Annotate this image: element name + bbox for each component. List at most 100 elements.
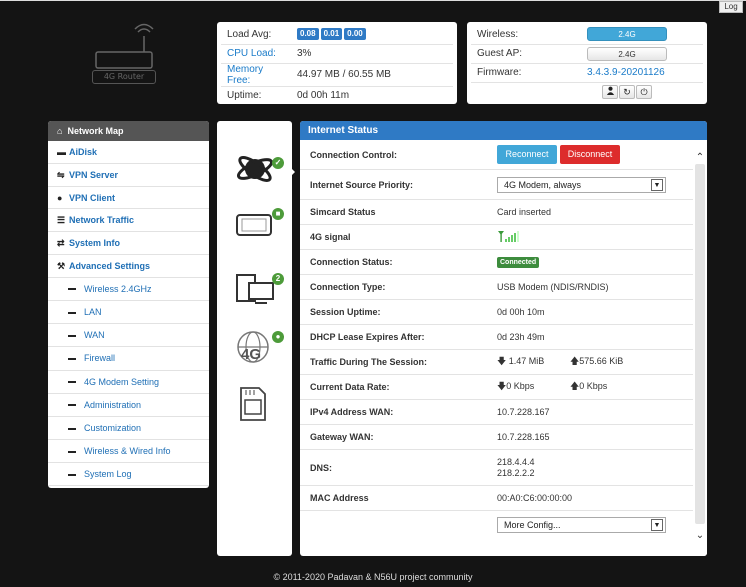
internet-globe-button[interactable]: ✓ bbox=[235, 147, 285, 187]
gateway-value: 10.7.228.165 bbox=[497, 432, 550, 442]
device-icon-column: ✓ ■ 2 4G ● bbox=[217, 121, 295, 556]
connection-control-label: Connection Control: bbox=[310, 149, 397, 160]
source-priority-label: Internet Source Priority: bbox=[310, 179, 414, 190]
disk-icon: ▬ bbox=[57, 147, 66, 157]
wireless-row: Wireless: 2.4G bbox=[471, 25, 703, 45]
dash-icon bbox=[68, 427, 76, 430]
arrow-down-icon: 🡇 bbox=[497, 381, 507, 391]
sidebar-item-aidisk[interactable]: ▬ AiDisk bbox=[48, 141, 209, 164]
lock-icon: ■ bbox=[272, 208, 284, 220]
system-status-panel: Load Avg: 0.08 0.01 0.00 CPU Load: 3% Memo… bbox=[217, 22, 457, 104]
load-avg-values: 0.08 0.01 0.00 bbox=[291, 25, 453, 45]
ipv4-label: IPv4 Address WAN: bbox=[310, 407, 394, 417]
traffic-label: Traffic During The Session: bbox=[310, 357, 428, 367]
sidebar-sub-wan[interactable]: WAN bbox=[48, 324, 209, 348]
dns-secondary: 218.2.2.2 bbox=[497, 467, 535, 478]
uptime-row: Uptime: 0d 00h 11m bbox=[221, 86, 453, 105]
chevron-down-icon: ▼ bbox=[651, 519, 663, 531]
sidebar-item-advanced-settings[interactable]: ⚒ Advanced Settings bbox=[48, 255, 209, 278]
cpu-load-link[interactable]: CPU Load: bbox=[221, 44, 291, 64]
dash-icon bbox=[68, 381, 76, 384]
scroll-up-icon[interactable]: ⌃ bbox=[694, 152, 706, 163]
sidebar-sub-label: Wireless 2.4GHz bbox=[84, 283, 152, 294]
sidebar-item-label: VPN Client bbox=[69, 192, 116, 203]
load-avg-label: Load Avg: bbox=[221, 25, 291, 45]
source-priority-select[interactable]: 4G Modem, always ▼ bbox=[497, 176, 666, 193]
sidebar-sub-wireless-wired-info[interactable]: Wireless & Wired Info bbox=[48, 440, 209, 464]
guest-ap-row: Guest AP: 2.4G bbox=[471, 44, 703, 64]
session-uptime-row: Session Uptime: 0d 00h 10m bbox=[300, 300, 693, 325]
guest-ap-2g-button[interactable]: 2.4G bbox=[587, 46, 667, 61]
sidebar-item-label: Advanced Settings bbox=[69, 260, 151, 271]
sidebar-item-system-info[interactable]: ⇄ System Info bbox=[48, 232, 209, 255]
firmware-version-link[interactable]: 3.4.3.9-20201126 bbox=[581, 63, 703, 83]
sidebar-header-label: Network Map bbox=[67, 126, 124, 136]
dash-icon bbox=[68, 334, 76, 337]
mac-label: MAC Address bbox=[310, 493, 369, 503]
sidebar-sub-label: Customization bbox=[84, 422, 142, 433]
dash-icon bbox=[68, 404, 76, 407]
sidebar-sub-label: 4G Modem Setting bbox=[84, 376, 160, 387]
sidebar-sub-customization[interactable]: Customization bbox=[48, 417, 209, 441]
check-icon: ✓ bbox=[272, 157, 284, 169]
scroll-thumb[interactable] bbox=[695, 164, 705, 524]
sidebar-item-label: System Info bbox=[69, 238, 121, 249]
load-avg-row: Load Avg: 0.08 0.01 0.00 bbox=[221, 25, 453, 45]
selection-pointer bbox=[288, 165, 295, 179]
wrench-icon: ⚒ bbox=[57, 260, 66, 271]
sidebar-sub-label: WAN bbox=[84, 330, 105, 341]
log-button[interactable]: Log bbox=[719, 1, 743, 13]
traffic-icon: ☰ bbox=[57, 215, 66, 226]
firmware-label: Firmware: bbox=[471, 63, 581, 83]
sidebar-sub-label: Firewall bbox=[84, 353, 116, 364]
sidebar-sub-label: Administration bbox=[84, 399, 142, 410]
more-config-select[interactable]: More Config... ▼ bbox=[497, 517, 666, 533]
scrollbar[interactable]: ⌃ ⌄ bbox=[693, 140, 707, 556]
signal-label: 4G signal bbox=[310, 232, 351, 242]
sidebar-item-vpn-client[interactable]: ● VPN Client bbox=[48, 187, 209, 210]
usb-link-icon: ● bbox=[272, 331, 284, 343]
disconnect-button[interactable]: Disconnect bbox=[560, 145, 620, 164]
source-priority-row: Internet Source Priority: 4G Modem, alwa… bbox=[300, 170, 693, 200]
rate-down-value: 0 Kbps bbox=[506, 381, 535, 391]
connection-control-row: Connection Control: Reconnect Disconnect bbox=[300, 140, 693, 170]
memory-free-value: 44.97 MB / 60.55 MB bbox=[291, 63, 453, 87]
scroll-down-icon[interactable]: ⌄ bbox=[694, 530, 706, 541]
sidebar-sub-lan[interactable]: LAN bbox=[48, 301, 209, 325]
source-priority-value: 4G Modem, always bbox=[504, 179, 582, 190]
power-icon[interactable]: ⏻ bbox=[636, 84, 652, 99]
sidebar-sub-administration[interactable]: Administration bbox=[48, 394, 209, 417]
load-avg-15: 0.00 bbox=[344, 28, 366, 41]
mac-row: MAC Address 00:A0:C6:00:00:00 bbox=[300, 486, 693, 511]
traffic-up-value: 575.66 KiB bbox=[579, 356, 624, 366]
clients-button[interactable]: 2 bbox=[235, 271, 285, 311]
sdcard-button[interactable] bbox=[235, 386, 285, 426]
dhcp-lease-value: 0d 23h 49m bbox=[497, 332, 545, 342]
data-rate-row: Current Data Rate: 🡇0 Kbps 🡅0 Kbps bbox=[300, 375, 693, 400]
sidebar-sub-firewall[interactable]: Firewall bbox=[48, 347, 209, 371]
sidebar-sub-label: System Log bbox=[84, 469, 132, 480]
wireless-2g-button[interactable]: 2.4G bbox=[587, 27, 667, 42]
wireless-status-panel: Wireless: 2.4G Guest AP: 2.4G Firmware: … bbox=[467, 22, 707, 104]
reconnect-button[interactable]: Reconnect bbox=[497, 145, 557, 164]
memory-free-link[interactable]: Memory Free: bbox=[221, 63, 291, 87]
refresh-icon[interactable]: ↻ bbox=[619, 84, 635, 99]
sim-device-button[interactable]: ■ bbox=[235, 208, 285, 249]
internet-status-panel: Internet Status Connection Control: Reco… bbox=[300, 121, 707, 556]
mac-value: 00:A0:C6:00:00:00 bbox=[497, 493, 573, 503]
sidebar-item-vpn-server[interactable]: ⇋ VPN Server bbox=[48, 164, 209, 187]
vpn-server-icon: ⇋ bbox=[57, 169, 65, 180]
session-uptime-label: Session Uptime: bbox=[310, 307, 381, 317]
sidebar-sub-wireless[interactable]: Wireless 2.4GHz bbox=[48, 278, 209, 301]
user-icon[interactable] bbox=[602, 84, 618, 99]
4g-modem-button[interactable]: 4G ● bbox=[235, 327, 285, 367]
sidebar-item-network-map[interactable]: ⌂ Network Map bbox=[48, 121, 209, 141]
simcard-row: Simcard Status Card inserted bbox=[300, 200, 693, 225]
sidebar-item-label: VPN Server bbox=[69, 169, 119, 180]
dhcp-lease-row: DHCP Lease Expires After: 0d 23h 49m bbox=[300, 325, 693, 350]
sidebar-sub-4g-modem[interactable]: 4G Modem Setting bbox=[48, 371, 209, 394]
sidebar-item-network-traffic[interactable]: ☰ Network Traffic bbox=[48, 209, 209, 233]
gateway-label: Gateway WAN: bbox=[310, 432, 374, 442]
clients-count-badge: 2 bbox=[272, 273, 284, 285]
sidebar-sub-system-log[interactable]: System Log bbox=[48, 463, 209, 487]
